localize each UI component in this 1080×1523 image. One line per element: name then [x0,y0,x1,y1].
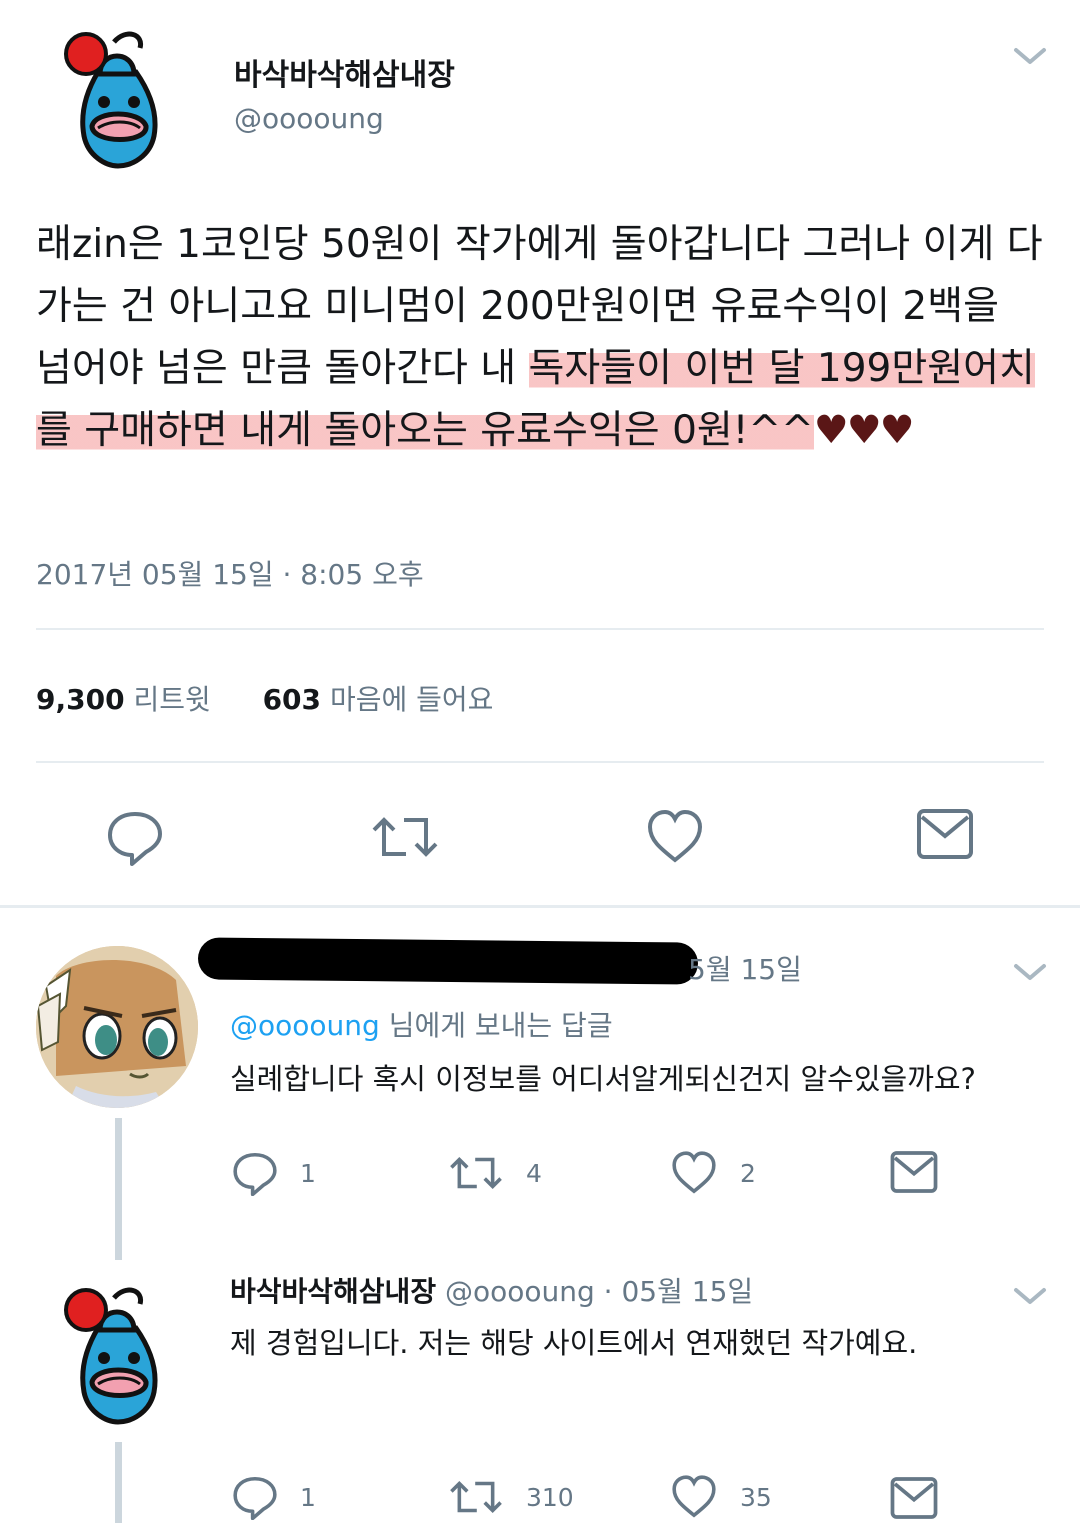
message-button[interactable] [916,808,974,860]
thread-line [115,1442,122,1523]
likes-label[interactable]: 마음에 들어요 [330,683,493,716]
tweet-timestamp[interactable]: 2017년 05월 15일 · 8:05 오후 [36,553,424,593]
message-button[interactable] [890,1476,938,1520]
like-count: 35 [740,1482,772,1512]
redaction-mark [197,937,699,985]
avatar-anime [36,946,198,1108]
retweet-icon [450,1156,502,1190]
like-count: 2 [740,1158,756,1188]
author-display-name[interactable]: 바삭바삭해삼내장 [234,50,455,94]
tweet-stats: 9,300 리트윗 603 마음에 들어요 [36,678,493,718]
reply-meta: @ooooung · 05월 15일 [436,1275,754,1308]
divider [36,761,1044,763]
chevron-down-icon[interactable] [1012,1284,1048,1308]
chevron-down-icon[interactable] [1012,44,1048,68]
message-icon [917,809,973,859]
like-button[interactable] [646,808,704,866]
retweet-button[interactable]: 4 [448,1150,542,1196]
reply-button[interactable]: 1 [232,1474,316,1520]
like-button[interactable]: 35 [670,1474,772,1520]
reply-text: 제 경험입니다. 저는 해당 사이트에서 연재했던 작가예요. [230,1326,918,1360]
reply-button[interactable]: 1 [232,1150,316,1196]
divider [36,628,1044,630]
like-icon [672,1151,716,1194]
avatar-mascot [36,14,196,174]
retweets-label[interactable]: 리트윗 [133,683,210,716]
reply-count: 1 [300,1158,316,1188]
section-separator [0,905,1080,908]
author-avatar[interactable] [36,14,196,174]
retweet-icon [372,817,438,857]
author-display-name[interactable]: 바삭바삭해삼내장 [230,1275,436,1308]
reply-date: 5월 15일 [688,953,802,986]
reply-count: 1 [300,1482,316,1512]
reply-icon [233,1476,277,1520]
tweet-text: 래zin은 1코인당 50원이 작가에게 돌아갑니다 그러나 이게 다 가는 건… [36,214,1046,462]
reply-button[interactable] [106,808,164,866]
like-button[interactable]: 2 [670,1150,756,1196]
message-icon [890,1477,938,1519]
retweet-count: 4 [526,1158,542,1188]
retweet-count: 310 [526,1482,574,1512]
reply-text: 실례합니다 혹시 이정보를 어디서알게되신건지 알수있을까요? [230,1062,976,1096]
likes-count[interactable]: 603 [263,683,321,716]
reply-to-handle[interactable]: @ooooung [230,1009,380,1042]
chevron-down-icon[interactable] [1012,960,1048,984]
reply-icon [108,812,162,866]
like-icon [672,1475,716,1518]
thread-line [115,1118,122,1260]
replying-to: @ooooung 님에게 보내는 답글 [230,1009,613,1042]
retweet-icon [450,1480,502,1514]
hearts-emoji: ♥♥♥ [813,408,915,453]
message-button[interactable] [890,1150,938,1194]
avatar-mascot [36,1270,196,1430]
like-icon [647,809,703,863]
retweets-count[interactable]: 9,300 [36,683,125,716]
retweet-button[interactable]: 310 [448,1474,574,1520]
author-handle[interactable]: @ooooung [234,102,384,135]
reply-icon [233,1152,277,1196]
message-icon [890,1151,938,1193]
reply-header: 바삭바삭해삼내장 @ooooung · 05월 15일 [230,1270,753,1310]
retweet-button[interactable] [370,808,440,866]
replier-avatar[interactable] [36,946,198,1108]
author-avatar[interactable] [36,1270,196,1430]
